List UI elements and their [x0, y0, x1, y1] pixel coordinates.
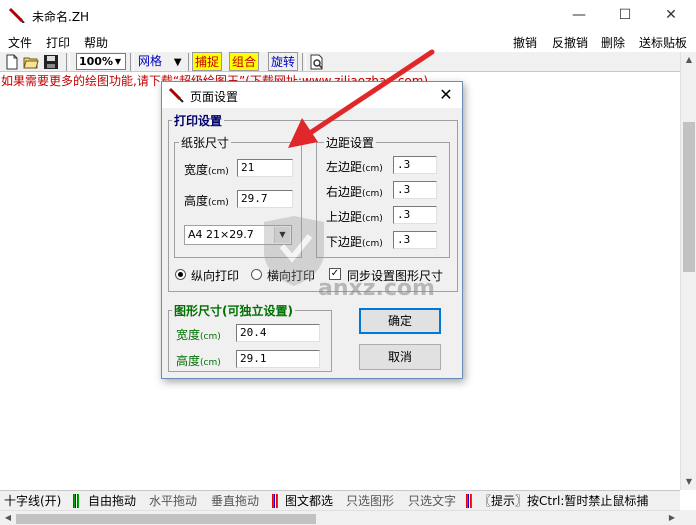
- vertical-scroll-thumb[interactable]: [683, 122, 695, 272]
- combine-button[interactable]: 组合: [229, 52, 260, 71]
- left-margin-label: 左边距(cm): [326, 160, 383, 174]
- scroll-up-icon[interactable]: ▲: [681, 52, 696, 68]
- title-bar: 未命名.ZH — ☐ ✕: [0, 0, 696, 30]
- dialog-close-button[interactable]: ✕: [436, 85, 456, 105]
- menu-clipboard[interactable]: 送标贴板: [639, 34, 687, 51]
- capture-button[interactable]: 捕捉: [192, 52, 223, 71]
- shape-width-label: 宽度(cm): [176, 328, 221, 342]
- pen-icon: [168, 87, 184, 103]
- paper-height-input[interactable]: 29.7: [237, 190, 293, 208]
- status-free-drag[interactable]: 自由拖动: [88, 493, 136, 509]
- shape-size-title: 图形尺寸(可独立设置): [172, 302, 295, 319]
- grid-label: 网格: [138, 54, 163, 68]
- maximize-button[interactable]: ☐: [602, 0, 648, 30]
- status-separator: [272, 494, 278, 508]
- rotate-button[interactable]: 旋转: [268, 52, 299, 71]
- save-icon[interactable]: [43, 54, 59, 70]
- status-select-all[interactable]: 图文都选: [285, 493, 333, 509]
- scroll-down-icon[interactable]: ▼: [681, 474, 696, 490]
- menu-print[interactable]: 打印: [46, 34, 70, 51]
- dialog-title-bar: 页面设置 ✕: [162, 82, 462, 108]
- paper-height-label: 高度(cm): [184, 194, 229, 208]
- horizontal-scroll-thumb[interactable]: [16, 514, 316, 524]
- zoom-value: 100%: [79, 55, 113, 68]
- menu-help[interactable]: 帮助: [84, 34, 108, 51]
- grid-select[interactable]: 网格 ▼: [136, 53, 186, 70]
- status-bar: 十字线(开) 自由拖动 水平拖动 垂直拖动 图文都选 只选图形 只选文字 〖提示…: [0, 490, 680, 510]
- portrait-label[interactable]: 纵向打印: [191, 267, 239, 284]
- cancel-button[interactable]: 取消: [359, 344, 441, 370]
- minimize-button[interactable]: —: [556, 0, 602, 30]
- status-separator: [466, 494, 472, 508]
- window-title: 未命名.ZH: [32, 10, 90, 24]
- chevron-down-icon: ▼: [114, 57, 122, 66]
- menu-file[interactable]: 文件: [8, 34, 32, 51]
- status-tip: 〖提示〗按Ctrl:暂时禁止鼠标捕: [479, 494, 649, 508]
- paper-width-label: 宽度(cm): [184, 163, 229, 177]
- margin-title: 边距设置: [324, 134, 377, 151]
- status-select-text[interactable]: 只选文字: [408, 493, 456, 509]
- toolbar: 100% ▼ 网格 ▼ 捕捉 组合 旋转: [0, 52, 696, 72]
- print-preview-icon[interactable]: [309, 54, 325, 70]
- vertical-scrollbar[interactable]: ▲ ▼: [680, 52, 696, 490]
- watermark-text: anxz.com: [318, 276, 435, 301]
- toolbar-separator: [130, 53, 134, 71]
- dialog-title: 页面设置: [190, 90, 239, 104]
- status-vertical-drag[interactable]: 垂直拖动: [211, 493, 259, 509]
- ok-button[interactable]: 确定: [359, 308, 441, 334]
- scroll-corner: [680, 510, 696, 525]
- paper-size-title: 纸张尺寸: [179, 134, 232, 151]
- status-horizontal-drag[interactable]: 水平拖动: [149, 493, 197, 509]
- menu-bar: 文件 打印 帮助 撤销 反撤销 删除 送标贴板: [0, 30, 696, 52]
- print-settings-title: 打印设置: [172, 112, 225, 129]
- shape-height-input[interactable]: 29.1: [236, 350, 320, 368]
- close-button[interactable]: ✕: [648, 0, 694, 30]
- menu-redo[interactable]: 反撤销: [552, 34, 588, 51]
- triangle-down-icon: ▼: [173, 57, 182, 68]
- menu-delete[interactable]: 删除: [601, 34, 625, 51]
- toolbar-separator: [302, 53, 306, 71]
- scroll-right-icon[interactable]: ▶: [664, 510, 680, 525]
- right-margin-label: 右边距(cm): [326, 185, 383, 199]
- status-select-shapes[interactable]: 只选图形: [346, 493, 394, 509]
- open-folder-icon[interactable]: [23, 54, 39, 70]
- paper-width-input[interactable]: 21: [237, 159, 293, 177]
- horizontal-scrollbar[interactable]: ◀ ▶: [0, 510, 680, 525]
- left-margin-input[interactable]: .3: [393, 156, 437, 174]
- toolbar-separator: [66, 53, 70, 71]
- shape-height-label: 高度(cm): [176, 354, 221, 368]
- scroll-left-icon[interactable]: ◀: [0, 510, 16, 525]
- pen-icon: [8, 7, 25, 23]
- menu-undo[interactable]: 撤销: [513, 34, 537, 51]
- right-margin-input[interactable]: .3: [393, 181, 437, 199]
- status-crosshair[interactable]: 十字线(开): [4, 493, 61, 509]
- new-file-icon[interactable]: [4, 54, 20, 70]
- status-separator: [73, 494, 79, 508]
- shape-width-input[interactable]: 20.4: [236, 324, 320, 342]
- zoom-select[interactable]: 100% ▼: [76, 53, 126, 70]
- portrait-radio[interactable]: [175, 269, 186, 280]
